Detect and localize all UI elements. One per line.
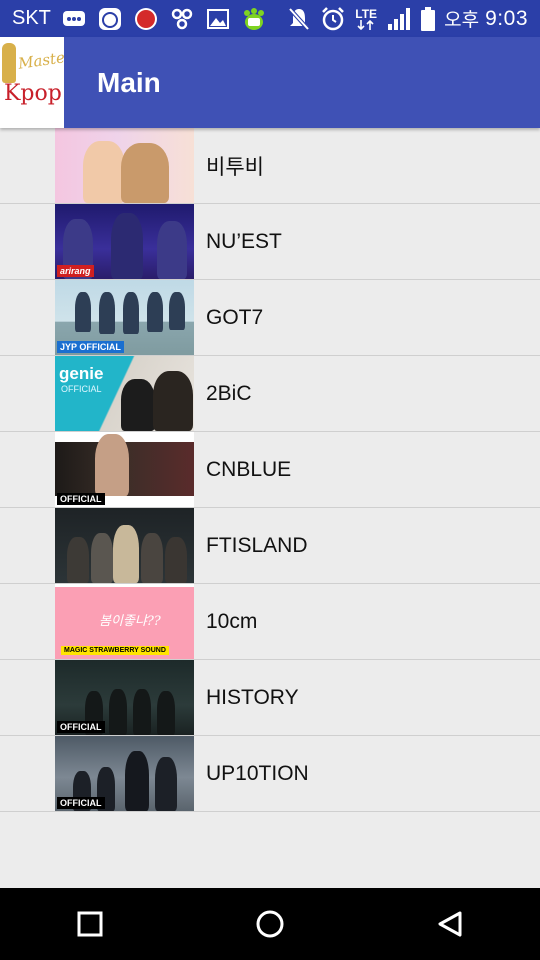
logo-text-kpop: Kpop	[4, 81, 62, 106]
list-item-label: FTISLAND	[206, 533, 308, 557]
status-bar: SKT LTE 오후 9:03	[0, 0, 540, 37]
video-thumbnail: OFFICIAL	[55, 660, 194, 735]
video-thumbnail: 봄이좋냐?? MAGIC STRAWBERRY SOUND	[55, 584, 194, 659]
thumbnail-badge: MAGIC STRAWBERRY SOUND	[61, 646, 169, 655]
list-item-2bic[interactable]: genie OFFICIAL 2BiC	[0, 356, 540, 432]
list-item-10cm[interactable]: 봄이좋냐?? MAGIC STRAWBERRY SOUND 10cm	[0, 584, 540, 660]
clock-label: 9:03	[485, 6, 528, 30]
signal-icon	[386, 6, 412, 32]
thumbnail-sub-badge: OFFICIAL	[61, 384, 102, 394]
thumbnail-badge: genie	[59, 364, 104, 383]
list-item-cnblue[interactable]: OFFICIAL CNBLUE	[0, 432, 540, 508]
app-bar: Master Kpop Main	[0, 37, 540, 128]
list-item-label: HISTORY	[206, 685, 299, 709]
image-icon	[205, 6, 231, 32]
list-item-label: GOT7	[206, 305, 264, 329]
thumbnail-badge: arirang	[57, 265, 94, 277]
ampm-label: 오후	[444, 9, 480, 31]
recents-square-icon[interactable]	[60, 894, 120, 954]
list-item-label: 10cm	[206, 609, 258, 633]
navigation-bar	[0, 888, 540, 960]
page-title: Main	[97, 66, 161, 98]
thumbnail-badge: JYP OFFICIAL	[57, 341, 124, 353]
battery-icon	[420, 6, 436, 32]
red-badge-app-icon	[133, 6, 159, 32]
list-item-label: CNBLUE	[206, 457, 292, 481]
lte-icon: LTE	[354, 6, 378, 32]
list-item-got7[interactable]: JYP OFFICIAL GOT7	[0, 280, 540, 356]
video-thumbnail: genie OFFICIAL	[55, 356, 194, 431]
chat-icon	[61, 6, 87, 32]
mute-icon	[286, 6, 312, 32]
list-item-nuest[interactable]: arirang NU’EST	[0, 204, 540, 280]
list-item-up10tion[interactable]: OFFICIAL UP10TION	[0, 736, 540, 812]
paw-app-icon	[241, 6, 267, 32]
video-thumbnail: arirang	[55, 204, 194, 279]
thumbnail-script-text: 봄이좋냐??	[99, 614, 161, 629]
video-thumbnail	[55, 128, 194, 203]
video-thumbnail: OFFICIAL	[55, 432, 194, 507]
list-item-label: UP10TION	[206, 761, 309, 785]
video-thumbnail: JYP OFFICIAL	[55, 280, 194, 355]
list-item-ftisland[interactable]: FTISLAND	[0, 508, 540, 584]
thumbnail-badge: OFFICIAL	[57, 493, 105, 505]
share-app-icon	[169, 6, 195, 32]
video-thumbnail	[55, 508, 194, 583]
app-logo: Master Kpop	[0, 37, 64, 128]
thumbnail-badge: OFFICIAL	[57, 721, 105, 733]
logo-text-master: Master	[17, 47, 64, 73]
back-triangle-icon[interactable]	[420, 894, 480, 954]
artist-list: 비투비 arirang NU’EST JYP OFFICIAL GOT7 gen…	[0, 128, 540, 812]
list-item-history[interactable]: OFFICIAL HISTORY	[0, 660, 540, 736]
list-item-btob[interactable]: 비투비	[0, 128, 540, 204]
list-item-label: NU’EST	[206, 229, 282, 253]
home-circle-icon[interactable]	[240, 894, 300, 954]
video-thumbnail: OFFICIAL	[55, 736, 194, 811]
alarm-icon	[320, 6, 346, 32]
face-app-icon	[97, 6, 123, 32]
list-item-label: 비투비	[206, 155, 264, 179]
network-label: LTE	[355, 6, 378, 21]
thumbnail-badge: OFFICIAL	[57, 797, 105, 809]
carrier-label: SKT	[12, 7, 51, 29]
list-item-label: 2BiC	[206, 381, 252, 405]
